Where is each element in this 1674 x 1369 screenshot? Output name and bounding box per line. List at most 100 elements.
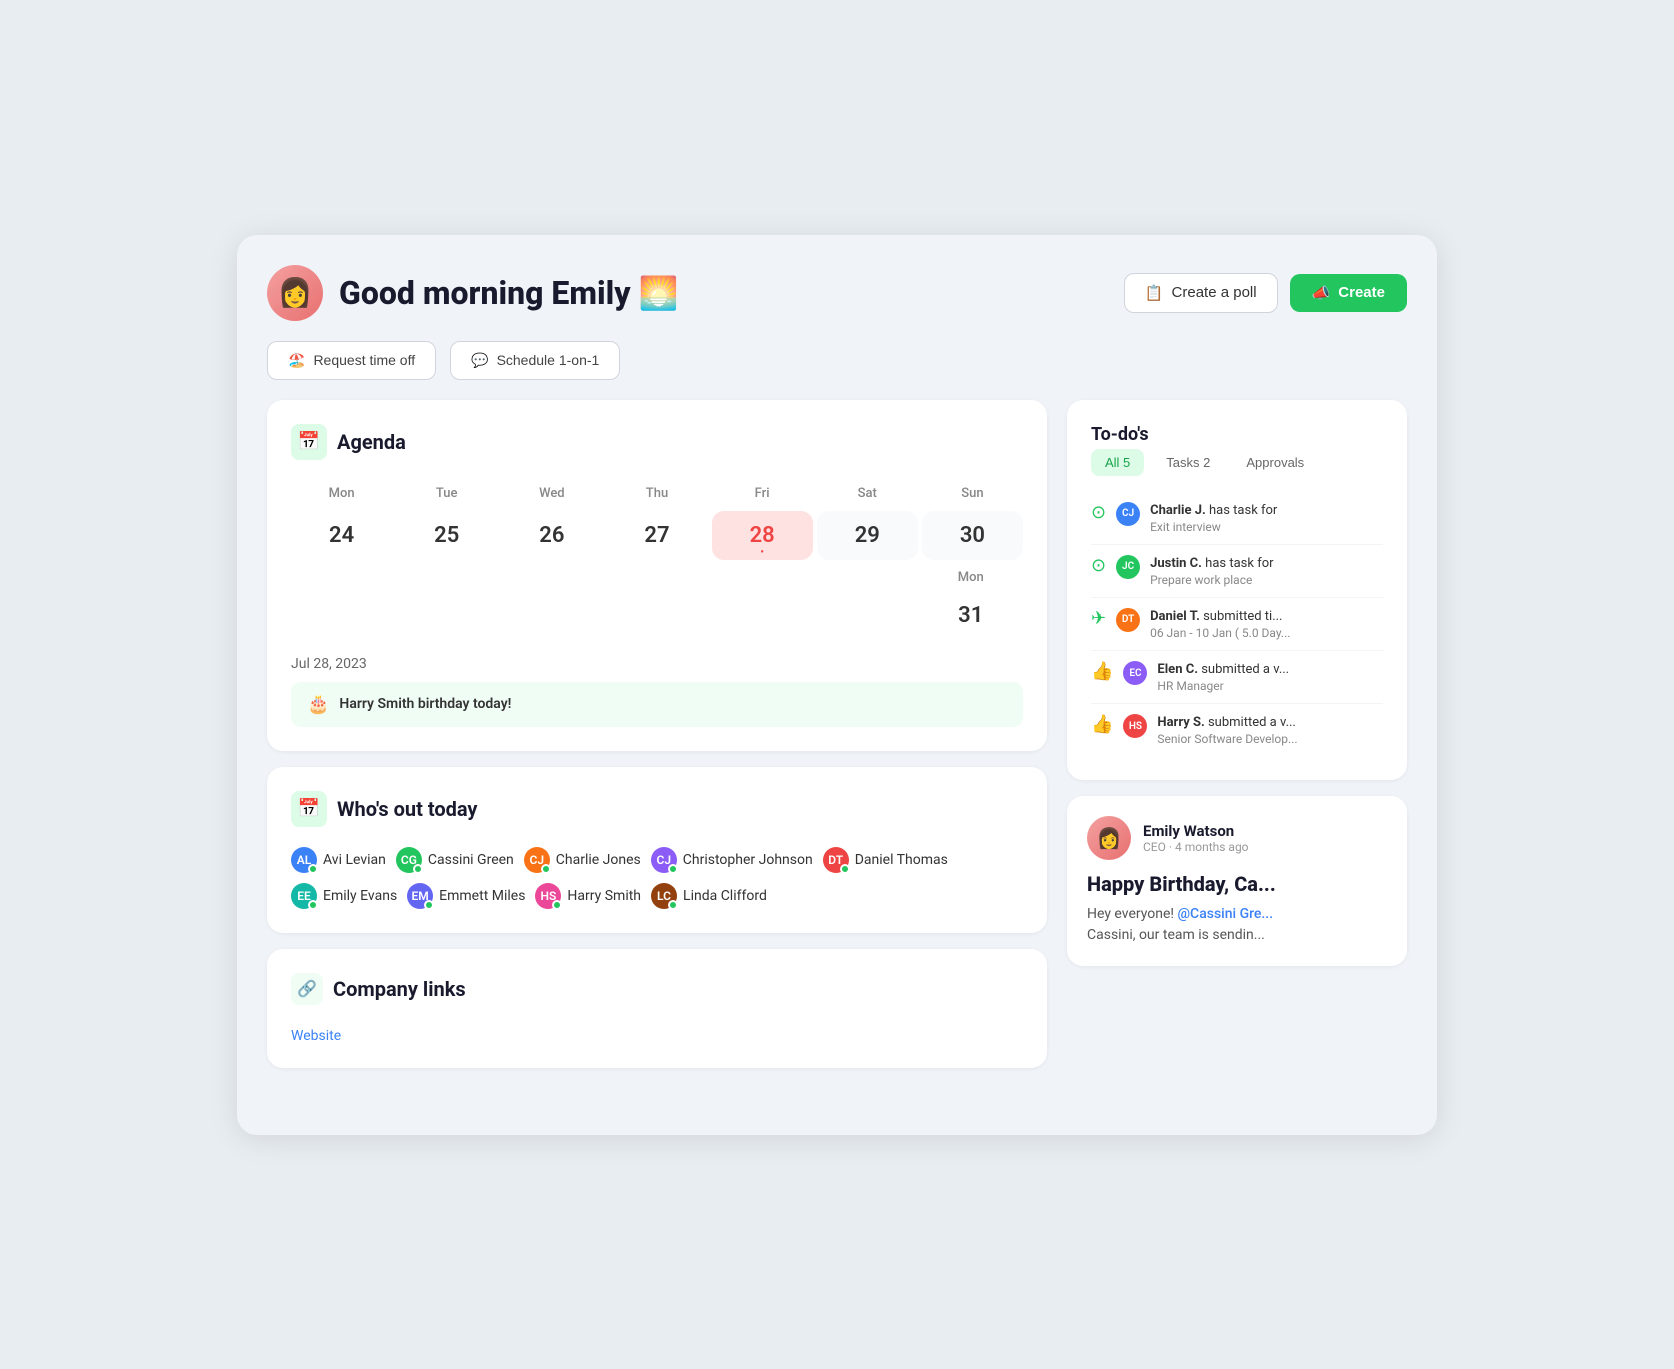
post-author-name: Emily Watson [1143,822,1249,840]
person-name: Harry Smith [567,888,641,904]
todo-sub: Exit interview [1150,520,1277,534]
person-name: Daniel Thomas [855,852,948,868]
todo-item: ⊙ JC Justin C. has task for Prepare work… [1091,545,1383,598]
todo-avatar-daniel: DT [1116,608,1140,632]
post-time: 4 months ago [1175,840,1249,854]
todo-sub: Prepare work place [1150,573,1273,587]
time-off-icon: 🏖️ [288,352,305,369]
list-item: AL Avi Levian [291,847,386,873]
header: 👩 Good morning Emily 🌅 📋 Create a poll 📣… [267,265,1407,321]
request-time-off-button[interactable]: 🏖️ Request time off [267,341,436,380]
megaphone-icon: 📣 [1312,284,1331,302]
action-buttons: 🏖️ Request time off 💬 Schedule 1-on-1 [267,341,1407,380]
list-item: EM Emmett Miles [407,883,525,909]
todo-item: 👍 HS Harry S. submitted a v... Senior So… [1091,704,1383,756]
day-name-sun: Sun [922,480,1023,507]
todo-avatar-harry: HS [1123,714,1147,738]
todo-sub: 06 Jan - 10 Jan ( 5.0 Day... [1150,626,1290,640]
post-body-line1: Hey everyone! [1087,906,1174,922]
person-avatar-daniel: DT [823,847,849,873]
day-name-mon: Mon [291,480,392,507]
cal-day-27[interactable]: 27 [606,511,707,560]
header-right: 📋 Create a poll 📣 Create [1124,273,1407,313]
calendar-grid: Mon Tue Wed Thu Fri Sat Sun 24 25 26 27 … [291,480,1023,560]
todo-sub: Senior Software Develop... [1157,732,1297,746]
todo-text: Harry S. submitted a v... [1157,714,1297,732]
list-item: EE Emily Evans [291,883,397,909]
link-item[interactable]: Website [291,1025,1023,1044]
tab-tasks[interactable]: Tasks 2 [1152,449,1224,476]
status-dot [308,900,318,910]
company-links-title: Company links [333,977,466,1001]
post-author-info: Emily Watson CEO · 4 months ago [1143,822,1249,854]
person-avatar-emmett: EM [407,883,433,909]
person-name: Emily Evans [323,888,397,904]
todo-text: Elen C. submitted a v... [1157,661,1289,679]
plane-icon: ✈ [1091,608,1106,629]
todo-content: Charlie J. has task for Exit interview [1150,502,1277,534]
day-name-mon-extra: Mon [918,564,1023,591]
post-meta: CEO · 4 months ago [1143,840,1249,854]
todo-avatar-charlie: CJ [1116,502,1140,526]
post-author-avatar: 👩 [1087,816,1131,860]
post-body: Hey everyone! @Cassini Gre... Cassini, o… [1087,904,1387,946]
post-title: Happy Birthday, Ca... [1087,872,1387,896]
company-links-icon: 🔗 [291,973,323,1005]
cal-day-26[interactable]: 26 [501,511,602,560]
agenda-card: 📅 Agenda Mon Tue Wed Thu Fri Sat Sun 24 … [267,400,1047,751]
status-dot [552,900,562,910]
person-name: Christopher Johnson [683,852,813,868]
cal-day-24[interactable]: 24 [291,511,392,560]
request-time-off-label: Request time off [313,352,415,368]
cal-day-30[interactable]: 30 [922,511,1023,560]
event-item: 🎂 Harry Smith birthday today! [291,682,1023,727]
post-body-line2: Cassini, our team is sendin... [1087,927,1265,943]
create-button[interactable]: 📣 Create [1290,274,1407,312]
person-name: Avi Levian [323,852,386,868]
post-card: 👩 Emily Watson CEO · 4 months ago Happy … [1067,796,1407,966]
poll-icon: 📋 [1145,284,1164,302]
todos-tabs: All 5 Tasks 2 Approvals [1091,449,1383,476]
list-item: LC Linda Clifford [651,883,767,909]
todo-content: Justin C. has task for Prepare work plac… [1150,555,1273,587]
status-dot [840,864,850,874]
todo-avatar-elen: EC [1123,661,1147,685]
cal-day-31[interactable]: 31 [918,591,1023,640]
company-links-header: 🔗 Company links [291,973,1023,1005]
tab-approvals[interactable]: Approvals [1232,449,1318,476]
todo-avatar-justin: JC [1116,555,1140,579]
people-grid: AL Avi Levian CG Cassini Green [291,847,1023,909]
status-dot [668,864,678,874]
left-panel: 📅 Agenda Mon Tue Wed Thu Fri Sat Sun 24 … [267,400,1047,1105]
person-avatar-avi: AL [291,847,317,873]
whos-out-header: 📅 Who's out today [291,791,1023,827]
create-poll-button[interactable]: 📋 Create a poll [1124,273,1278,313]
header-left: 👩 Good morning Emily 🌅 [267,265,678,321]
post-role: CEO [1143,840,1166,854]
todo-content: Daniel T. submitted ti... 06 Jan - 10 Ja… [1150,608,1290,640]
cal-day-29[interactable]: 29 [817,511,918,560]
day-name-tue: Tue [396,480,497,507]
todos-card: To-do's All 5 Tasks 2 Approvals ⊙ CJ Cha… [1067,400,1407,781]
cal-day-25[interactable]: 25 [396,511,497,560]
schedule-1on1-button[interactable]: 💬 Schedule 1-on-1 [450,341,620,380]
user-avatar: 👩 [267,265,323,321]
cal-day-28[interactable]: 28 [712,511,813,560]
person-avatar-charlie: CJ [524,847,550,873]
whos-out-card: 📅 Who's out today AL Avi Levian CG [267,767,1047,933]
whos-out-icon: 📅 [291,791,327,827]
tab-all[interactable]: All 5 [1091,449,1144,476]
post-header: 👩 Emily Watson CEO · 4 months ago [1087,816,1387,860]
list-item: HS Harry Smith [535,883,641,909]
website-link[interactable]: Website [291,1028,341,1044]
day-name-wed: Wed [501,480,602,507]
status-dot [424,900,434,910]
thumbs-up-icon: 👍 [1091,714,1113,735]
person-name: Cassini Green [428,852,514,868]
person-name: Charlie Jones [556,852,641,868]
main-content: 📅 Agenda Mon Tue Wed Thu Fri Sat Sun 24 … [267,400,1407,1105]
person-avatar-emily: EE [291,883,317,909]
person-name: Emmett Miles [439,888,525,904]
todo-content: Elen C. submitted a v... HR Manager [1157,661,1289,693]
app-container: 👩 Good morning Emily 🌅 📋 Create a poll 📣… [237,235,1437,1135]
